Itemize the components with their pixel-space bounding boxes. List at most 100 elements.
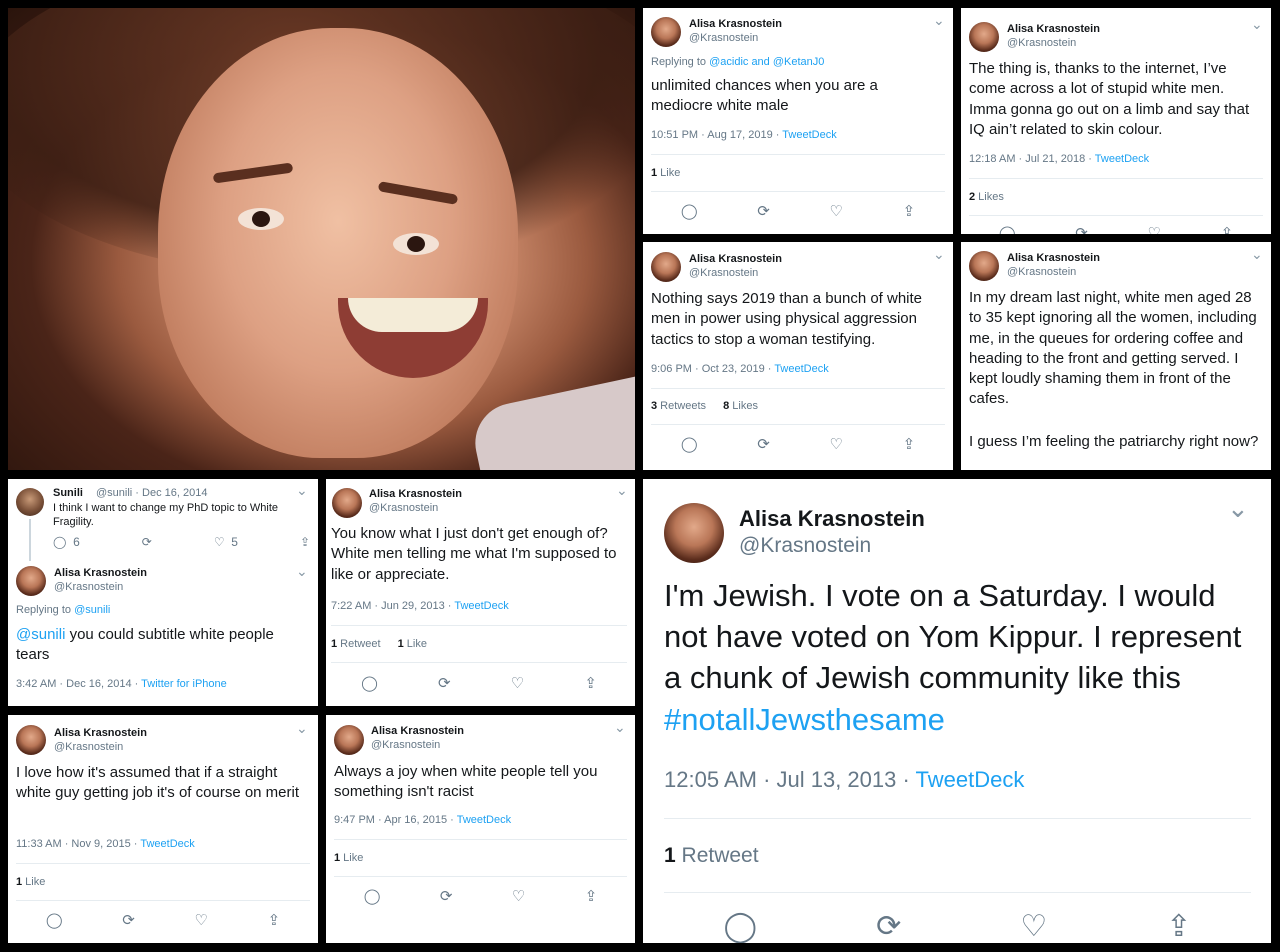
author-handle[interactable]: @Krasnostein: [371, 739, 440, 751]
reply-icon[interactable]: ◯: [724, 909, 758, 943]
like-count[interactable]: 2 Likes: [969, 191, 1004, 203]
tweet-card-2[interactable]: Alisa Krasnostein @Krasnostein ⌄ The thi…: [961, 8, 1271, 234]
author-handle[interactable]: @Krasnostein: [1007, 266, 1076, 278]
retweet-icon[interactable]: ⟳: [876, 909, 901, 943]
chevron-down-icon[interactable]: ⌄: [933, 246, 945, 263]
chevron-down-icon[interactable]: ⌄: [614, 719, 626, 736]
share-icon[interactable]: ⇪: [268, 911, 281, 929]
avatar[interactable]: [651, 252, 681, 282]
tweet-card-4[interactable]: Alisa Krasnostein @Krasnostein ⌄ In my d…: [961, 242, 1271, 470]
author-name[interactable]: Alisa Krasnostein: [54, 567, 147, 579]
tweet-card-6[interactable]: Alisa Krasnostein @Krasnostein ⌄ You kno…: [326, 479, 635, 706]
avatar[interactable]: [664, 503, 724, 563]
like-count[interactable]: 1 Like: [651, 167, 680, 179]
like-count[interactable]: 1 Like: [334, 852, 363, 864]
tweet-source[interactable]: TweetDeck: [140, 838, 194, 850]
heart-icon[interactable]: ♡: [214, 535, 225, 549]
author-name[interactable]: Alisa Krasnostein: [369, 488, 462, 500]
avatar[interactable]: [969, 22, 999, 52]
replying-to-link[interactable]: @sunili: [74, 604, 110, 616]
author-name[interactable]: Alisa Krasnostein: [689, 253, 782, 265]
chevron-down-icon[interactable]: ⌄: [933, 12, 945, 29]
avatar[interactable]: [651, 17, 681, 47]
reply-icon[interactable]: ◯: [53, 535, 66, 549]
heart-icon[interactable]: ♡: [829, 202, 842, 220]
heart-icon[interactable]: ♡: [194, 911, 207, 929]
chevron-down-icon[interactable]: ⌄: [296, 720, 308, 737]
parent-author-handle[interactable]: @sunili · Dec 16, 2014: [96, 487, 207, 499]
tweet-source[interactable]: TweetDeck: [782, 129, 836, 141]
retweet-icon[interactable]: ⟳: [438, 674, 451, 692]
chevron-down-icon[interactable]: ⌄: [616, 482, 628, 499]
author-handle[interactable]: @Krasnostein: [54, 741, 123, 753]
tweet-card-5[interactable]: Sunili @sunili · Dec 16, 2014 ⌄ I think …: [8, 479, 318, 706]
like-count[interactable]: 1 Like: [16, 876, 45, 888]
share-icon[interactable]: ⇪: [585, 887, 598, 905]
tweet-card-8[interactable]: Alisa Krasnostein @Krasnostein ⌄ Always …: [326, 715, 635, 943]
chevron-down-icon[interactable]: ⌄: [1251, 246, 1263, 263]
author-handle[interactable]: @Krasnostein: [689, 267, 758, 279]
tweet-card-1[interactable]: Alisa Krasnostein @Krasnostein ⌄ Replyin…: [643, 8, 953, 234]
chevron-down-icon[interactable]: ⌄: [296, 482, 308, 499]
author-handle[interactable]: @Krasnostein: [369, 502, 438, 514]
author-handle[interactable]: @Krasnostein: [689, 32, 758, 44]
tweet-source[interactable]: TweetDeck: [1095, 153, 1149, 165]
author-name[interactable]: Alisa Krasnostein: [1007, 23, 1100, 35]
retweet-icon[interactable]: ⟳: [142, 535, 152, 549]
author-name[interactable]: Alisa Krasnostein: [739, 506, 925, 532]
tweet-source[interactable]: TweetDeck: [774, 363, 828, 375]
author-handle[interactable]: @Krasnostein: [54, 581, 123, 593]
retweet-count[interactable]: 1 Retweet: [664, 844, 759, 868]
chevron-down-icon[interactable]: ⌄: [296, 563, 308, 580]
share-icon[interactable]: ⇪: [903, 202, 916, 220]
heart-icon[interactable]: ♡: [1020, 909, 1047, 943]
avatar[interactable]: [332, 488, 362, 518]
avatar[interactable]: [334, 725, 364, 755]
avatar[interactable]: [16, 566, 46, 596]
reply-icon[interactable]: ◯: [46, 911, 63, 929]
author-name[interactable]: Alisa Krasnostein: [371, 725, 464, 737]
reply-icon[interactable]: ◯: [361, 674, 378, 692]
chevron-down-icon[interactable]: ⌄: [1251, 16, 1263, 33]
retweet-icon[interactable]: ⟳: [757, 202, 770, 220]
share-icon[interactable]: ⇪: [1221, 224, 1234, 234]
heart-icon[interactable]: ♡: [829, 435, 842, 453]
share-icon[interactable]: ⇪: [903, 435, 916, 453]
retweet-icon[interactable]: ⟳: [757, 435, 770, 453]
share-icon[interactable]: ⇪: [300, 535, 310, 549]
heart-icon[interactable]: ♡: [511, 674, 524, 692]
avatar[interactable]: [16, 725, 46, 755]
retweet-count[interactable]: 3 Retweets: [651, 400, 706, 412]
tweet-card-9[interactable]: Alisa Krasnostein @Krasnostein ⌄ I'm Jew…: [643, 479, 1271, 943]
author-name[interactable]: Alisa Krasnostein: [1007, 252, 1100, 264]
retweet-count[interactable]: 1 Retweet: [331, 638, 381, 650]
tweet-source[interactable]: Twitter for iPhone: [141, 678, 227, 690]
chevron-down-icon[interactable]: ⌄: [1227, 493, 1249, 524]
retweet-icon[interactable]: ⟳: [1075, 224, 1088, 234]
author-name[interactable]: Alisa Krasnostein: [689, 18, 782, 30]
parent-avatar[interactable]: [16, 488, 44, 516]
replying-to-link[interactable]: @acidic and @KetanJ0: [709, 56, 824, 68]
like-action[interactable]: ♡ 5: [214, 535, 238, 549]
avatar[interactable]: [969, 251, 999, 281]
hashtag-link[interactable]: #notallJewsthesame: [664, 702, 945, 737]
author-handle[interactable]: @Krasnostein: [1007, 37, 1076, 49]
tweet-source[interactable]: TweetDeck: [457, 814, 511, 826]
tweet-card-7[interactable]: Alisa Krasnostein @Krasnostein ⌄ I love …: [8, 715, 318, 943]
tweet-source[interactable]: TweetDeck: [454, 600, 508, 612]
like-count[interactable]: 8 Likes: [723, 400, 758, 412]
parent-author-name[interactable]: Sunili: [53, 487, 83, 499]
reply-icon[interactable]: ◯: [364, 887, 381, 905]
reply-icon[interactable]: ◯: [999, 224, 1016, 234]
reply-icon[interactable]: ◯: [681, 435, 698, 453]
like-count[interactable]: 1 Like: [398, 638, 427, 650]
tweet-card-3[interactable]: Alisa Krasnostein @Krasnostein ⌄ Nothing…: [643, 242, 953, 470]
tweet-source[interactable]: TweetDeck: [916, 767, 1025, 792]
reply-icon[interactable]: ◯: [681, 202, 698, 220]
author-handle[interactable]: @Krasnostein: [739, 534, 871, 558]
share-icon[interactable]: ⇪: [1166, 909, 1191, 943]
reply-action[interactable]: ◯ 6: [53, 535, 80, 549]
heart-icon[interactable]: ♡: [1147, 224, 1160, 234]
author-name[interactable]: Alisa Krasnostein: [54, 727, 147, 739]
retweet-icon[interactable]: ⟳: [122, 911, 135, 929]
